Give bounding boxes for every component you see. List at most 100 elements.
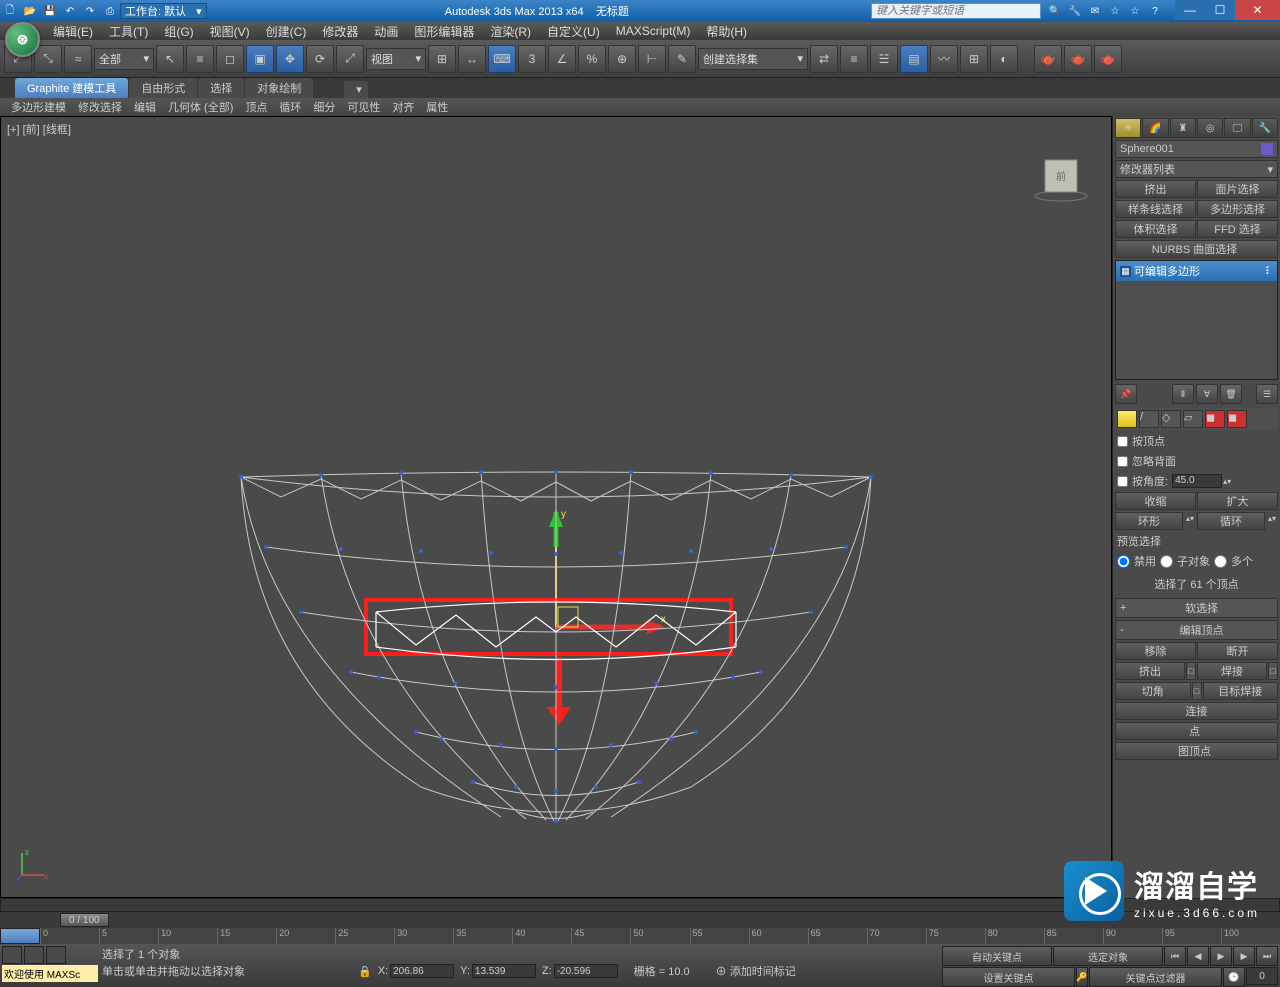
- soft-selection-header[interactable]: +软选择: [1115, 598, 1278, 618]
- show-end-result-icon[interactable]: Ⅱ: [1172, 384, 1194, 404]
- menu-modifiers[interactable]: 修改器: [314, 23, 366, 40]
- undo-icon[interactable]: ↶: [61, 2, 79, 20]
- weld-settings-icon[interactable]: □: [1268, 662, 1278, 680]
- subobj-border-icon[interactable]: ◇: [1161, 410, 1181, 428]
- hierarchy-tab-icon[interactable]: ♜: [1170, 118, 1196, 138]
- selected-only-button[interactable]: 选定对象: [1053, 946, 1163, 966]
- menu-maxscript[interactable]: MAXScript(M): [608, 24, 699, 38]
- btn-break[interactable]: 断开: [1197, 642, 1278, 660]
- workspace-dropdown[interactable]: 工作台: 默认 ▾: [120, 3, 207, 19]
- mirror-icon[interactable]: ⇄: [810, 45, 838, 73]
- select-rotate-icon[interactable]: ⟳: [306, 45, 334, 73]
- render-setup-icon[interactable]: 🫖: [1034, 45, 1062, 73]
- goto-start-icon[interactable]: ⏮: [1164, 946, 1186, 966]
- prev-frame-icon[interactable]: ◀: [1187, 946, 1209, 966]
- modifier-stack[interactable]: ▦ 可编辑多边形 ⠇: [1115, 260, 1278, 380]
- configure-icon[interactable]: ☰: [1256, 384, 1278, 404]
- new-icon[interactable]: 🗋: [1, 2, 19, 20]
- star2-icon[interactable]: ☆: [1126, 2, 1144, 20]
- btn-ring[interactable]: 环形: [1115, 512, 1183, 530]
- bind-spacewarp-icon[interactable]: ≈: [64, 45, 92, 73]
- ribbon-loops[interactable]: 循环: [273, 99, 307, 115]
- menu-group[interactable]: 组(G): [156, 23, 201, 40]
- select-by-name-icon[interactable]: ≡: [186, 45, 214, 73]
- angle-spinner[interactable]: 45.0▴▾: [1172, 473, 1231, 489]
- app-logo-icon[interactable]: ⊛: [5, 22, 40, 57]
- btn-loop[interactable]: 循环: [1197, 512, 1265, 530]
- keyboard-toggle-icon[interactable]: ⌨: [488, 45, 516, 73]
- coord-x-input[interactable]: [390, 964, 454, 978]
- preview-off-radio[interactable]: [1117, 555, 1130, 568]
- menu-tools[interactable]: 工具(T): [101, 23, 156, 40]
- unlink-icon[interactable]: ⤡: [34, 45, 62, 73]
- ribbon-poly-modeling[interactable]: 多边形建模: [5, 99, 72, 115]
- maximize-button[interactable]: ☐: [1205, 0, 1235, 20]
- reference-coord[interactable]: 视图▾: [366, 48, 426, 70]
- coord-z-input[interactable]: [554, 964, 618, 978]
- named-selection[interactable]: 创建选择集▾: [698, 48, 808, 70]
- btn-weld[interactable]: 焊接: [1197, 662, 1267, 680]
- btn-extra1[interactable]: 点: [1115, 722, 1278, 740]
- object-color-swatch[interactable]: [1261, 143, 1273, 155]
- ribbon-tab-objectpaint[interactable]: 对象绘制: [245, 78, 313, 98]
- chamfer-settings-icon[interactable]: □: [1192, 682, 1202, 700]
- play-icon[interactable]: ▶: [1210, 946, 1232, 966]
- ribbon-visibility[interactable]: 可见性: [341, 99, 386, 115]
- display-tab-icon[interactable]: 🖵: [1224, 118, 1250, 138]
- subobj-vertex-icon[interactable]: ∴: [1117, 410, 1137, 428]
- utilities-tab-icon[interactable]: 🔧: [1252, 118, 1278, 138]
- schematic-view-icon[interactable]: ⊞: [960, 45, 988, 73]
- make-unique-icon[interactable]: ∀: [1196, 384, 1218, 404]
- align-icon[interactable]: ≡: [840, 45, 868, 73]
- viewport-h-scrollbar[interactable]: [0, 898, 1280, 912]
- minimize-button[interactable]: —: [1175, 0, 1205, 20]
- btn-extrude[interactable]: 挤出: [1115, 180, 1196, 198]
- next-frame-icon[interactable]: ▶: [1233, 946, 1255, 966]
- star-icon[interactable]: ☆: [1106, 2, 1124, 20]
- btn-vol-sel[interactable]: 体积选择: [1115, 220, 1196, 238]
- menu-edit[interactable]: 编辑(E): [45, 23, 101, 40]
- graphite-ribbon-icon[interactable]: ▤: [900, 45, 928, 73]
- percent-snap-icon[interactable]: %: [578, 45, 606, 73]
- lock-icon[interactable]: 🔒: [358, 965, 372, 978]
- modify-tab-icon[interactable]: 🌈: [1142, 118, 1168, 138]
- pin-stack-icon[interactable]: 📌: [1115, 384, 1137, 404]
- select-move-icon[interactable]: ✥: [276, 45, 304, 73]
- script-btn2[interactable]: [24, 946, 44, 964]
- btn-grow[interactable]: 扩大: [1197, 492, 1278, 510]
- motion-tab-icon[interactable]: ◎: [1197, 118, 1223, 138]
- by-vertex-checkbox[interactable]: [1117, 436, 1128, 447]
- redo-icon[interactable]: ↷: [81, 2, 99, 20]
- script-btn3[interactable]: [46, 946, 66, 964]
- menu-views[interactable]: 视图(V): [202, 23, 258, 40]
- menu-animation[interactable]: 动画: [366, 23, 406, 40]
- pivot-icon[interactable]: ⊞: [428, 45, 456, 73]
- ribbon-geometry[interactable]: 几何体 (全部): [162, 99, 239, 115]
- help-search-input[interactable]: [872, 4, 1040, 18]
- open-icon[interactable]: 📂: [21, 2, 39, 20]
- menu-grapheditors[interactable]: 图形编辑器: [406, 23, 482, 40]
- extrude-settings-icon[interactable]: □: [1186, 662, 1196, 680]
- time-slider-thumb[interactable]: 0 / 100: [60, 913, 109, 927]
- btn-chamfer[interactable]: 切角: [1115, 682, 1191, 700]
- create-tab-icon[interactable]: ✳: [1115, 118, 1141, 138]
- curve-editor-icon[interactable]: 〰: [930, 45, 958, 73]
- ribbon-expander-icon[interactable]: ▾: [344, 81, 368, 98]
- help-search[interactable]: [871, 3, 1041, 19]
- ribbon-align[interactable]: 对齐: [386, 99, 420, 115]
- preview-subobj-radio[interactable]: [1160, 555, 1173, 568]
- layers-icon[interactable]: ☱: [870, 45, 898, 73]
- ribbon-vertices[interactable]: 顶点: [239, 99, 273, 115]
- select-region-icon[interactable]: ◻: [216, 45, 244, 73]
- edit-named-sel-icon[interactable]: ✎: [668, 45, 696, 73]
- btn-remove[interactable]: 移除: [1115, 642, 1196, 660]
- subobj-edge-icon[interactable]: /: [1139, 410, 1159, 428]
- ribbon-subdiv[interactable]: 细分: [307, 99, 341, 115]
- key-filters-button[interactable]: 关键点过滤器: [1089, 967, 1222, 987]
- btn-target-weld[interactable]: 目标焊接: [1203, 682, 1279, 700]
- exchange-icon[interactable]: ✉: [1086, 2, 1104, 20]
- manipulate-icon[interactable]: ↔: [458, 45, 486, 73]
- by-angle-checkbox[interactable]: [1117, 476, 1128, 487]
- stack-item-editable-poly[interactable]: ▦ 可编辑多边形 ⠇: [1116, 261, 1277, 281]
- maxscript-listener[interactable]: 欢迎使用 MAXSc: [2, 965, 98, 982]
